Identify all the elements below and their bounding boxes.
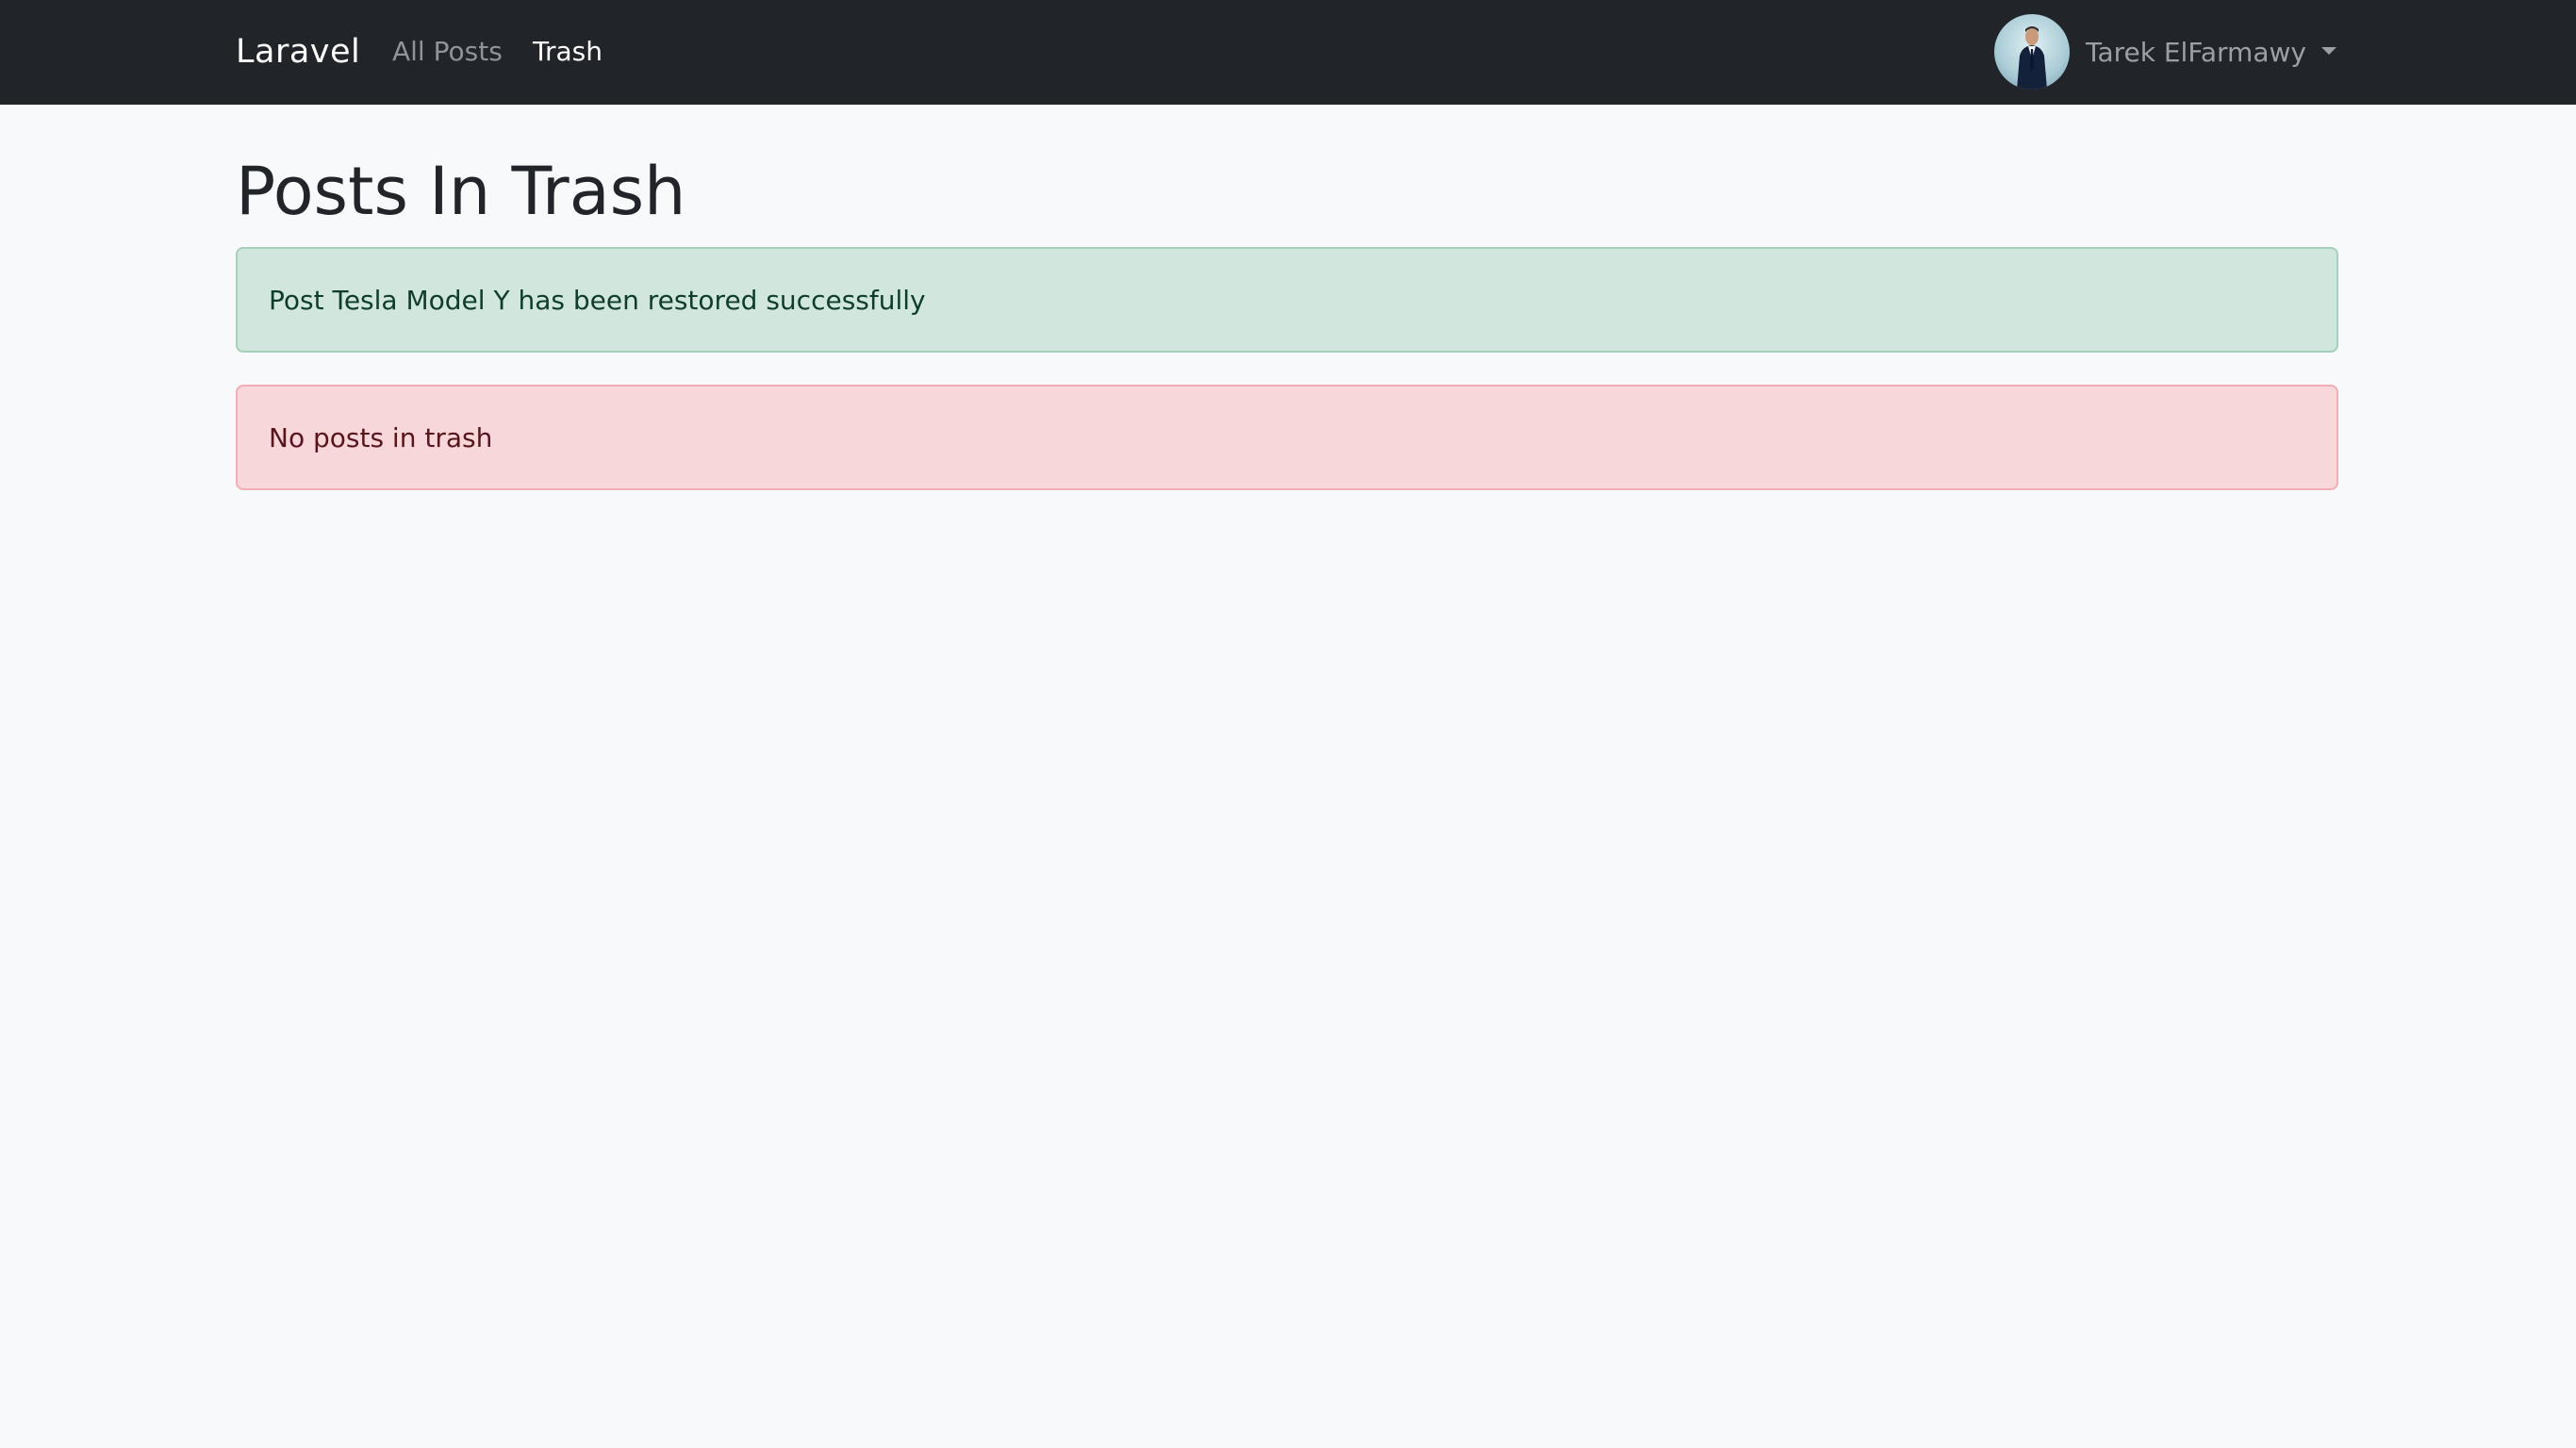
empty-trash-alert-text: No posts in trash xyxy=(269,421,493,453)
nav-link-trash[interactable]: Trash xyxy=(533,31,603,73)
empty-trash-alert: No posts in trash xyxy=(236,385,2338,490)
top-navbar: Laravel All Posts Trash Tarek ElFarmawy xyxy=(0,0,2576,105)
chevron-down-icon xyxy=(2320,47,2337,55)
user-avatar-icon xyxy=(2017,26,2047,90)
success-alert-text: Post Tesla Model Y has been restored suc… xyxy=(269,284,926,316)
page-title: Posts In Trash xyxy=(236,153,686,230)
user-name: Tarek ElFarmawy xyxy=(2086,36,2306,68)
brand-link[interactable]: Laravel xyxy=(236,28,360,75)
user-dropdown-toggle[interactable]: Tarek ElFarmawy xyxy=(1994,14,2337,90)
avatar xyxy=(1994,14,2070,90)
nav-link-all-posts[interactable]: All Posts xyxy=(392,31,503,73)
success-alert: Post Tesla Model Y has been restored suc… xyxy=(236,247,2338,353)
